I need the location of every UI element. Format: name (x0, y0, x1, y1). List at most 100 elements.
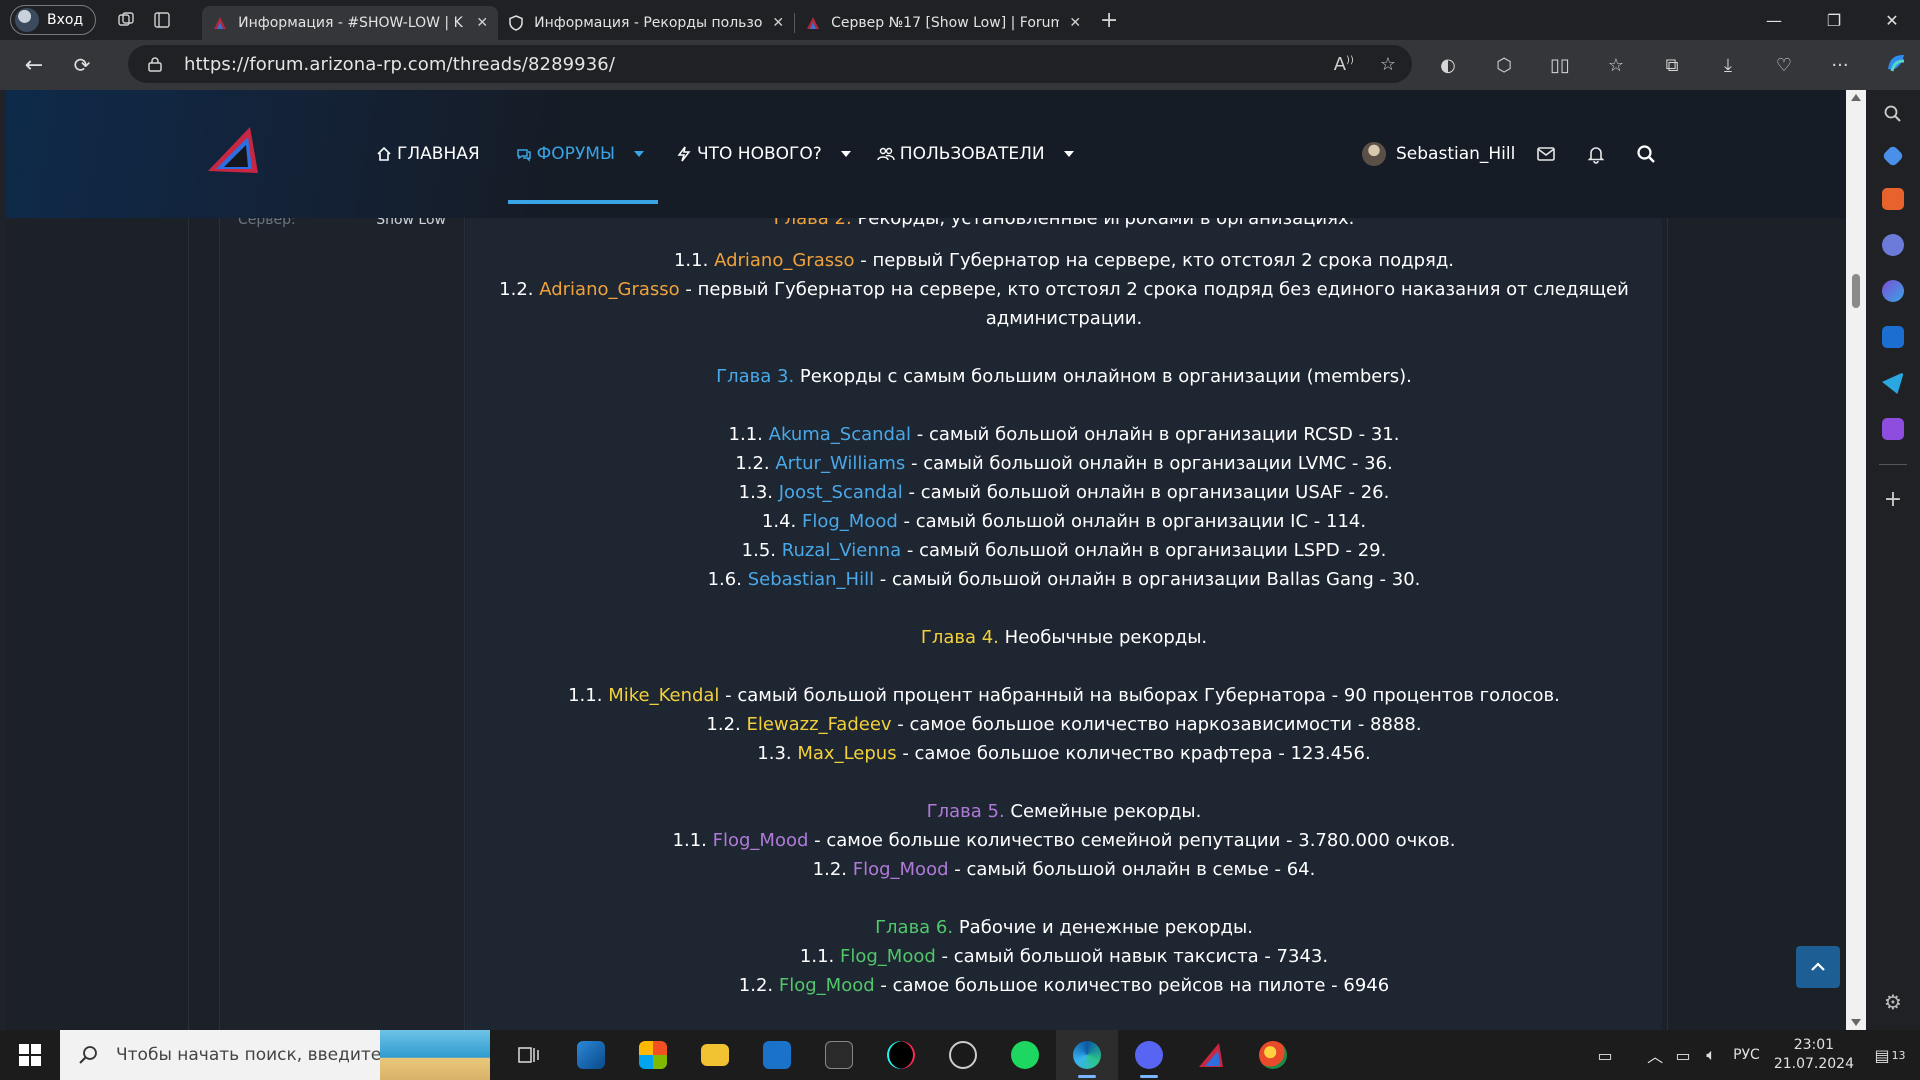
nav-users-label: ПОЛЬЗОВАТЕЛИ (899, 144, 1045, 164)
list-item: 1.1. Adriano_Grasso - первый Губернатор … (673, 250, 1454, 271)
tools-briefcase-icon[interactable] (1882, 188, 1904, 210)
taskbar-app-edge[interactable] (1056, 1030, 1118, 1080)
close-icon[interactable]: ✕ (772, 15, 784, 31)
chevron-down-icon[interactable] (840, 151, 851, 157)
taskbar-app-discord[interactable] (1118, 1030, 1180, 1080)
restore-icon[interactable]: ❐ (1806, 0, 1862, 40)
scrollbar-thumb[interactable] (1852, 274, 1860, 308)
taskbar-app-arizona[interactable] (1180, 1030, 1242, 1080)
address-bar[interactable]: https://forum.arizona-rp.com/threads/828… (128, 45, 1412, 83)
window-close-icon[interactable]: ✕ (1864, 0, 1920, 40)
sidebar-search-icon[interactable] (1883, 104, 1903, 124)
workspaces-icon[interactable] (108, 4, 144, 36)
favorites-icon[interactable]: ☆ (1598, 55, 1634, 76)
tab-1[interactable]: Информация - #SHOW-LOW | K ✕ (202, 6, 499, 40)
read-aloud-icon[interactable]: A)) (1334, 54, 1354, 75)
player-name-link[interactable]: Flog_Mood (840, 946, 936, 967)
player-name-link[interactable]: Elewazz_Fadeev (746, 714, 891, 735)
user-menu[interactable]: Sebastian_Hill (1362, 90, 1515, 218)
player-name-link[interactable]: Flog_Mood (853, 859, 949, 880)
player-name-link[interactable]: Sebastian_Hill (748, 569, 874, 590)
page-scrollbar[interactable] (1846, 90, 1866, 1030)
close-icon[interactable]: ✕ (476, 15, 488, 31)
add-icon[interactable]: + (1884, 489, 1902, 511)
scroll-to-top-button[interactable] (1796, 946, 1840, 988)
nav-forums[interactable]: ФОРУМЫ (507, 90, 659, 218)
tab-2[interactable]: Информация - Рекорды пользо ✕ (498, 6, 794, 40)
nav-whats-new[interactable]: ЧТО НОВОГО? (668, 90, 859, 218)
start-button[interactable] (0, 1030, 60, 1080)
nav-home[interactable]: ГЛАВНАЯ (368, 90, 488, 218)
list-item: 1.2. Artur_Williams - самый большой онла… (735, 453, 1393, 474)
nav-forums-label: ФОРУМЫ (536, 144, 615, 164)
taskbar-app-explorer[interactable] (684, 1030, 746, 1080)
extension-copilot-icon[interactable]: ◐ (1430, 55, 1466, 76)
back-arrow-icon[interactable]: ← (10, 45, 58, 85)
users-icon (877, 147, 895, 161)
player-name-link[interactable]: Adriano_Grasso (714, 250, 854, 271)
browser-essentials-icon[interactable]: ♡ (1766, 55, 1802, 76)
player-name-link[interactable]: Max_Lepus (797, 743, 896, 764)
twitch-icon[interactable] (1882, 418, 1904, 440)
games-icon[interactable] (1882, 234, 1904, 256)
player-name-link[interactable]: Flog_Mood (802, 511, 898, 532)
bell-icon[interactable] (1586, 144, 1606, 164)
favorite-star-icon[interactable]: ☆ (1380, 54, 1396, 75)
clock[interactable]: 23:01 21.07.2024 (1774, 1036, 1854, 1074)
chevron-down-icon[interactable] (1063, 151, 1074, 157)
mail-icon[interactable] (1536, 144, 1556, 164)
taskbar-search-input[interactable]: Чтобы начать поиск, введите (60, 1030, 490, 1080)
scroll-up-arrow-icon[interactable] (1851, 94, 1861, 101)
close-icon[interactable]: ✕ (1069, 15, 1081, 31)
gear-icon[interactable]: ⚙ (1884, 990, 1902, 1014)
task-view-button[interactable] (498, 1030, 560, 1080)
language-indicator[interactable]: РУС (1733, 1047, 1760, 1063)
telegram-icon[interactable] (1882, 372, 1904, 394)
taskbar-app-game[interactable] (1242, 1030, 1304, 1080)
arizona-logo-icon[interactable] (206, 125, 262, 175)
taskbar-app-epic[interactable] (808, 1030, 870, 1080)
nav-whats-new-label: ЧТО НОВОГО? (696, 144, 822, 164)
copilot-icon[interactable] (1878, 51, 1914, 80)
taskbar-app-pc[interactable] (560, 1030, 622, 1080)
chevron-up-icon[interactable]: ︿ (1641, 1043, 1669, 1067)
new-tab-icon[interactable]: + (1091, 4, 1127, 36)
player-name-link[interactable]: Mike_Kendal (608, 685, 719, 706)
player-name-link[interactable]: Ruzal_Vienna (782, 540, 901, 561)
tab-2-title: Информация - Рекорды пользо (534, 15, 763, 31)
player-name-link[interactable]: Flog_Mood (779, 975, 875, 996)
clock-date: 21.07.2024 (1773, 1056, 1854, 1072)
player-name-link[interactable]: Akuma_Scandal (769, 424, 911, 445)
reload-icon[interactable]: ⟳ (58, 45, 106, 85)
downloads-icon[interactable]: ⤓ (1710, 55, 1746, 76)
copilot-designer-icon[interactable] (1882, 280, 1904, 302)
volume-icon[interactable]: 🔈︎ (1697, 1045, 1725, 1065)
search-icon[interactable] (1636, 144, 1656, 164)
player-name-link[interactable]: Artur_Williams (775, 453, 905, 474)
taskbar-app-steam[interactable] (932, 1030, 994, 1080)
split-screen-icon[interactable]: ▯▯ (1542, 55, 1578, 76)
minimize-icon[interactable]: — (1746, 0, 1802, 40)
avatar (1362, 142, 1386, 166)
outlook-icon[interactable] (1882, 326, 1904, 348)
player-name-link[interactable]: Joost_Scandal (779, 482, 903, 503)
extensions-icon[interactable]: ⬡ (1486, 55, 1522, 76)
taskbar-app-mail[interactable] (746, 1030, 808, 1080)
player-name-link[interactable]: Adriano_Grasso (539, 279, 679, 300)
network-icon[interactable]: ▭ (1669, 1046, 1697, 1065)
tab-3[interactable]: Сервер №17 [Show Low] | Forum ✕ (795, 6, 1091, 40)
player-name-link[interactable]: Flog_Mood (713, 830, 809, 851)
more-menu-icon[interactable]: ··· (1822, 55, 1858, 76)
taskbar-app-store[interactable] (622, 1030, 684, 1080)
taskbar-app-spotify[interactable] (994, 1030, 1056, 1080)
chevron-down-icon[interactable] (633, 151, 644, 157)
taskbar-app-tiktok[interactable] (870, 1030, 932, 1080)
scroll-down-arrow-icon[interactable] (1851, 1019, 1861, 1026)
shopping-tag-icon[interactable] (1881, 144, 1905, 168)
profile-button[interactable]: Вход (10, 5, 97, 35)
nav-users[interactable]: ПОЛЬЗОВАТЕЛИ (869, 90, 1082, 218)
collections-icon[interactable]: ⧉ (1654, 55, 1690, 76)
notifications-button[interactable]: ▤ 13 (1872, 1040, 1908, 1070)
keyboard-icon[interactable]: ▭ (1591, 1046, 1619, 1065)
tab-actions-icon[interactable] (144, 4, 180, 36)
